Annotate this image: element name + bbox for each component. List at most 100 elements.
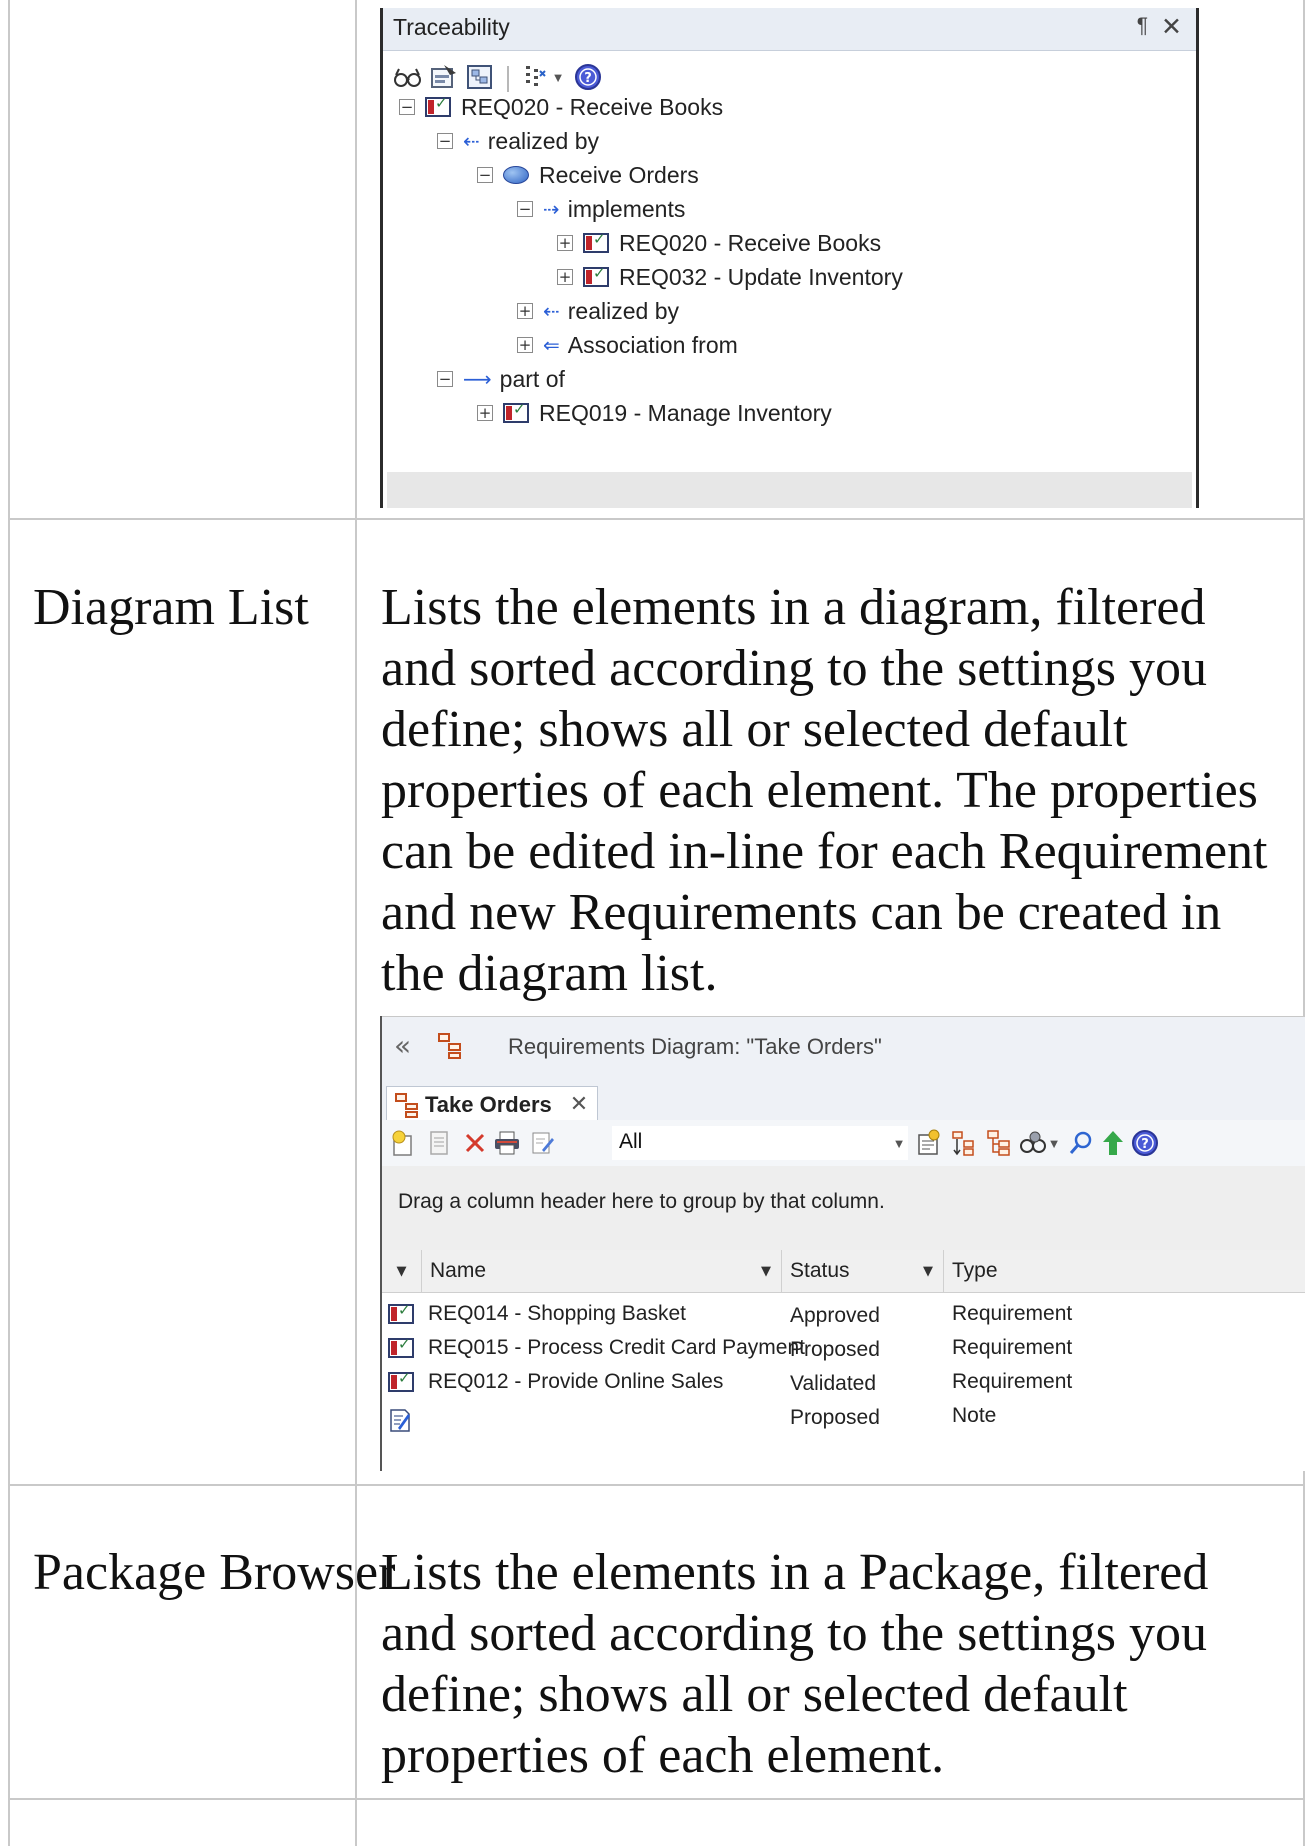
chevron-down-icon: ▼ [923,1263,933,1279]
tree-node[interactable]: + REQ019 - Manage Inventory [477,394,832,432]
chevron-down-icon: ▼ [761,1263,771,1279]
hierarchy-icon[interactable] [984,1128,1014,1158]
diagram-header-title: Requirements Diagram: "Take Orders" [508,1034,882,1059]
name-cell[interactable]: REQ012 - Provide Online Sales [428,1370,723,1394]
svg-text:?: ? [584,71,592,86]
delete-icon[interactable] [460,1128,490,1158]
diagram-list-header: « Requirements Diagram: "Take Orders" [382,1016,1305,1080]
requirement-icon [583,264,609,287]
list-row[interactable]: REQ012 - Provide Online Sales Validated Re… [382,1366,1305,1400]
column-header-row: ▼ Name ▼ Status ▼ Type [382,1250,1305,1293]
use-case-icon [503,166,529,184]
chevron-down-icon[interactable]: ▼ [890,1128,908,1158]
svg-text:?: ? [1141,1137,1149,1152]
tree-node-label: realized by [567,297,679,324]
column-header-type[interactable]: Type [944,1250,1305,1292]
note-icon [388,1406,412,1440]
diagram-icon [395,1092,419,1118]
expand-icon[interactable]: + [557,235,573,251]
type-cell: Requirement [952,1302,1073,1325]
requirement-icon [388,1369,424,1392]
tree-node[interactable]: − Receive Orders [477,156,699,194]
print-icon[interactable] [492,1128,522,1158]
pin-icon[interactable]: ¶ [1137,14,1148,38]
new-element-icon[interactable] [388,1128,418,1158]
status-cell[interactable]: Validated [790,1372,876,1396]
close-tab-icon[interactable]: ✕ [570,1092,588,1117]
list-row[interactable]: REQ014 - Shopping Basket Approved Requirem… [382,1298,1305,1332]
help-icon[interactable]: ? [1130,1128,1160,1158]
document-icon[interactable] [424,1128,454,1158]
sort-icon[interactable] [950,1128,980,1158]
filter-value: All [619,1130,643,1153]
status-cell[interactable]: Approved [790,1304,880,1328]
traceability-title: Traceability [393,14,510,40]
tree-node-label: realized by [487,127,599,154]
status-cell[interactable]: Proposed [790,1338,880,1362]
column-header-label: Name [430,1259,487,1282]
tree-node-label: REQ020 - Receive Books [461,93,724,120]
group-by-area[interactable]: Drag a column header here to group by th… [382,1166,1305,1251]
tree-node[interactable]: − ⇢ implements [517,190,685,228]
tree-node-label: REQ019 - Manage Inventory [539,399,832,426]
traceability-window: Traceability ¶ ✕ ▼ ? −REQ020 - Receive B… [380,8,1199,508]
tree-node[interactable]: + ⇐ Association from [517,326,738,364]
requirement-icon [583,230,609,253]
column-header-label: Type [952,1259,998,1282]
filter-combo[interactable]: All [612,1126,908,1160]
tab-label: Take Orders [425,1091,552,1117]
diagram-list-window: « Requirements Diagram: "Take Orders" Ta… [380,1016,1305,1471]
diagram-list-toolbar: All ▼ ▼ ? [382,1120,1305,1167]
association-arrow-icon: ⇐ [543,333,560,357]
search-icon[interactable] [1066,1128,1096,1158]
requirement-icon [388,1301,424,1324]
close-icon[interactable]: ✕ [1161,12,1182,42]
collapse-icon[interactable]: − [477,167,493,183]
tree-node-label: implements [567,195,686,222]
edit-icon[interactable] [528,1128,558,1158]
feature-name: Diagram List [33,579,309,636]
tree-node[interactable]: + REQ032 - Update Inventory [557,258,903,296]
collapse-icon[interactable]: − [437,133,453,149]
tree-node[interactable]: − ⟶ part of [437,360,565,398]
table-row-divider [8,1484,1305,1486]
implements-arrow-icon: ⇢ [543,197,560,221]
tree-node-label: REQ020 - Receive Books [619,229,882,256]
collapse-icon[interactable]: « [394,1029,411,1062]
feature-description: Lists the elements in a diagram, filtere… [381,579,1268,1002]
collapse-icon[interactable]: − [517,201,533,217]
tree-node[interactable]: + REQ020 - Receive Books [557,224,881,262]
name-cell[interactable]: REQ015 - Process Credit Card Payment [428,1336,805,1360]
collapse-icon[interactable]: − [437,371,453,387]
expand-icon[interactable]: + [517,337,533,353]
table-row-divider [8,1798,1305,1800]
chevron-down-icon[interactable]: ▼ [1046,1128,1062,1158]
type-cell: Requirement [952,1336,1073,1359]
expand-icon[interactable]: + [517,303,533,319]
properties-icon[interactable] [914,1128,944,1158]
name-cell[interactable]: REQ014 - Shopping Basket [428,1302,686,1326]
column-header-status[interactable]: Status ▼ [782,1250,944,1292]
tab-take-orders[interactable]: Take Orders ✕ [386,1086,598,1122]
feature-name: Package Browser [33,1544,396,1601]
expand-icon[interactable]: + [477,405,493,421]
collapse-icon[interactable]: − [399,99,415,115]
chevron-down-icon: ▼ [396,1263,407,1279]
arrow-up-icon[interactable] [1098,1128,1128,1158]
traceability-title-bar: Traceability ¶ ✕ [383,8,1196,51]
row-selector-header[interactable]: ▼ [382,1250,422,1292]
table-left-border [8,0,10,1846]
list-row[interactable]: REQ015 - Process Credit Card PaymentProp… [382,1332,1305,1366]
realization-arrow-icon: ⇠ [463,129,480,153]
expand-icon[interactable]: + [557,269,573,285]
tree-node[interactable]: − REQ020 - Receive Books [399,88,723,126]
type-cell: Note [952,1404,997,1427]
tree-node[interactable]: − ⇠ realized by [437,122,599,160]
status-cell[interactable]: Proposed [790,1406,880,1430]
list-row[interactable]: Proposed Note [382,1400,1305,1434]
column-header-name[interactable]: Name ▼ [422,1250,782,1292]
settings-icon[interactable] [1018,1128,1048,1158]
table-row-divider [8,518,1305,520]
selected-row-highlight [387,472,1192,508]
tree-node[interactable]: + ⇠ realized by [517,292,679,330]
